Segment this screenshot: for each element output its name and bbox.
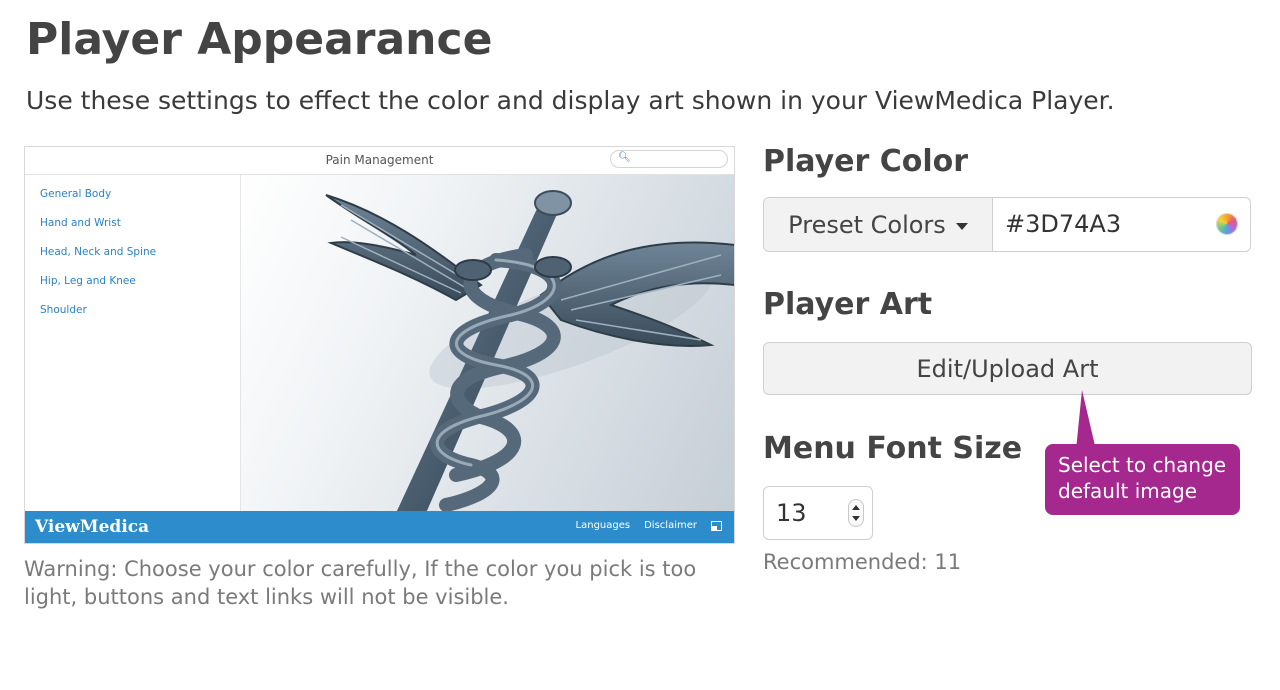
font-size-stepper[interactable]: 13 [763,486,873,540]
preview-menu-item: Head, Neck and Spine [40,246,157,258]
viewmedica-logo: ViewMedica [35,517,150,537]
preset-colors-label: Preset Colors [788,210,946,239]
hex-color-input[interactable] [1005,210,1205,238]
menu-font-size-heading: Menu Font Size [763,431,1023,466]
color-wheel-icon[interactable] [1216,213,1238,235]
caduceus-illustration [325,190,734,511]
color-warning: Warning: Choose your color carefully, If… [24,557,697,609]
player-color-heading: Player Color [763,144,969,179]
preview-menu-item: Hip, Leg and Knee [40,275,136,287]
preview-menu-item: General Body [40,188,112,200]
callout-tooltip: Select to change default image [1045,444,1240,515]
preview-header: Pain Management 🔍︎ [25,147,734,175]
preview-search-field: 🔍︎ [610,150,728,168]
preview-footer: ViewMedica Languages Disclaimer [25,511,734,543]
hex-color-field[interactable] [993,198,1250,251]
caret-down-icon [955,222,968,230]
player-art-heading: Player Art [763,287,933,322]
stepper-arrows-icon[interactable] [848,499,864,527]
search-icon: 🔍︎ [618,152,631,163]
player-preview: Pain Management 🔍︎ General Body Hand and… [24,146,735,544]
preview-menu: General Body Hand and Wrist Head, Neck a… [25,175,241,511]
font-size-value[interactable]: 13 [776,499,807,527]
fullscreen-icon [711,520,722,531]
preview-menu-item: Shoulder [40,304,87,316]
color-input-group: Preset Colors [763,197,1251,252]
recommended-font-size: Recommended: 11 [763,550,962,574]
languages-link: Languages [575,520,631,531]
preview-menu-item: Hand and Wrist [40,217,121,229]
edit-upload-art-button[interactable]: Edit/Upload Art [763,342,1252,395]
caduceus-art-image [241,175,734,511]
tooltip-pointer [1076,390,1096,450]
page-title: Player Appearance [26,14,493,65]
disclaimer-link: Disclaimer [644,520,697,531]
page-description: Use these settings to effect the color a… [26,86,1115,115]
preset-colors-dropdown[interactable]: Preset Colors [764,198,993,251]
